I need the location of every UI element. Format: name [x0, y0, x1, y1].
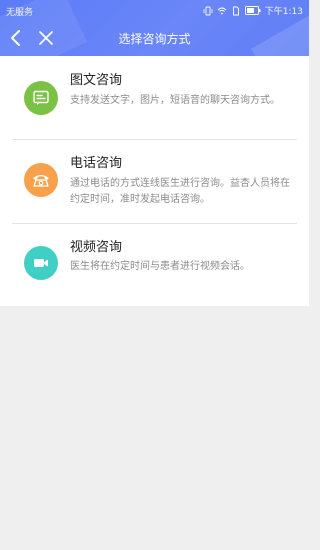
carrier-label: 无服务	[6, 8, 34, 18]
option-icon-circle	[24, 163, 58, 197]
chat-icon	[33, 90, 49, 105]
option-title: 图文咨询	[70, 73, 123, 88]
phone-icon	[33, 175, 49, 187]
option-video-consult[interactable]: 视频咨询 医生将在约定时间与患者进行视频会话。	[0, 224, 309, 306]
option-title: 电话咨询	[70, 156, 123, 171]
status-icons: 下午1:13	[203, 4, 303, 17]
status-bar: 无服务 下午1:13	[0, 0, 309, 20]
option-description: 医生将在约定时间与患者进行视频会话。	[70, 261, 250, 272]
option-icon-circle	[24, 246, 58, 280]
vibrate-icon	[203, 6, 213, 15]
status-time: 下午1:13	[264, 7, 303, 17]
page-title: 选择咨询方式	[118, 32, 191, 46]
consultation-options-list: 图文咨询 支持发送文字，图片，短语音的聊天咨询方式。 电话咨询 通过电话的方式连…	[0, 56, 309, 306]
sim-icon	[232, 6, 239, 15]
wifi-icon	[217, 7, 227, 14]
option-icon-circle	[24, 81, 58, 115]
video-icon	[34, 259, 48, 267]
battery-icon	[244, 6, 261, 15]
nav-bar: 选择咨询方式	[0, 22, 309, 54]
option-text-consult[interactable]: 图文咨询 支持发送文字，图片，短语音的聊天咨询方式。	[0, 56, 309, 140]
header: 无服务 下午1:13 选择咨询方式	[0, 0, 309, 56]
option-description: 通过电话的方式连线医生进行咨询。益杏人员将在约定时间，准时发起电话咨询。	[70, 178, 290, 205]
option-description: 支持发送文字，图片，短语音的聊天咨询方式。	[70, 95, 280, 106]
option-phone-consult[interactable]: 电话咨询 通过电话的方式连线医生进行咨询。益杏人员将在约定时间，准时发起电话咨询…	[0, 140, 309, 223]
option-title: 视频咨询	[70, 240, 123, 255]
